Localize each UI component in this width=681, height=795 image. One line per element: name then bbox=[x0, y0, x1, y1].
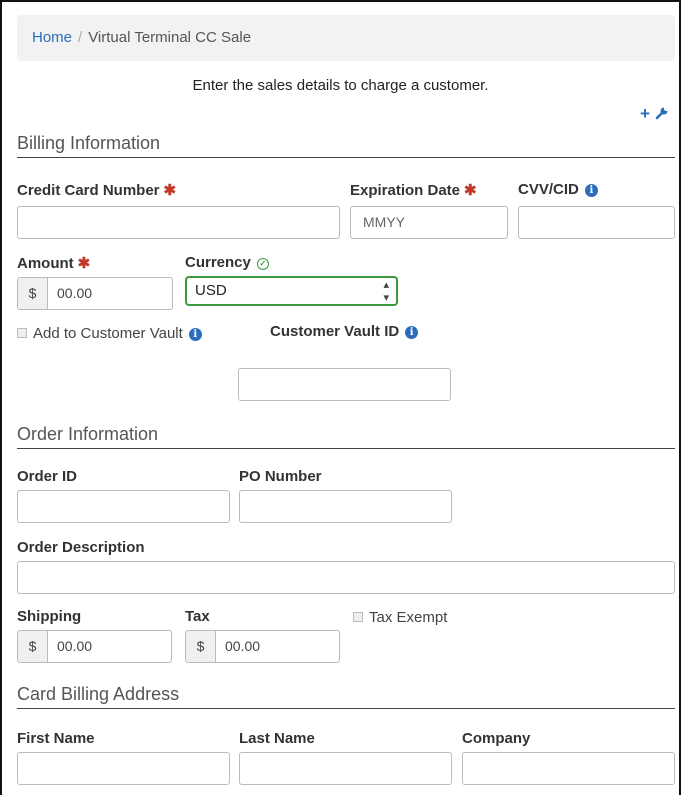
add-to-vault-checkbox[interactable]: Add to Customer Vault i bbox=[17, 325, 202, 342]
page-intro: Enter the sales details to charge a cust… bbox=[192, 77, 489, 94]
tax-value: 00.00 bbox=[225, 638, 261, 654]
company-label: Company bbox=[462, 730, 531, 747]
wrench-icon[interactable] bbox=[655, 106, 669, 120]
amount-value: 00.00 bbox=[57, 285, 93, 301]
checkbox-box[interactable] bbox=[353, 612, 363, 622]
checkbox-box[interactable] bbox=[17, 328, 27, 338]
info-icon[interactable]: i bbox=[584, 184, 598, 197]
first-name-label: First Name bbox=[17, 730, 95, 747]
currency-prefix: $ bbox=[18, 278, 48, 309]
company-input[interactable] bbox=[462, 752, 675, 785]
po-number-input[interactable] bbox=[239, 490, 452, 523]
select-arrows-icon: ▴ ▾ bbox=[383, 279, 389, 304]
info-icon[interactable]: i bbox=[188, 328, 202, 341]
currency-select[interactable]: USD ▴ ▾ bbox=[185, 276, 398, 306]
required-icon: ✱ bbox=[163, 182, 177, 199]
breadcrumb-separator: / bbox=[78, 29, 83, 46]
add-icon[interactable]: + bbox=[640, 104, 650, 123]
tax-input[interactable]: $ 00.00 bbox=[185, 630, 340, 663]
po-number-label: PO Number bbox=[239, 468, 322, 485]
breadcrumb-current: Virtual Terminal CC Sale bbox=[88, 29, 252, 46]
tax-label: Tax bbox=[185, 608, 210, 625]
required-icon: ✱ bbox=[77, 255, 91, 272]
expiration-input[interactable]: MMYY bbox=[350, 206, 508, 239]
vault-id-input[interactable] bbox=[238, 368, 451, 401]
amount-input[interactable]: $ 00.00 bbox=[17, 277, 173, 310]
required-icon: ✱ bbox=[464, 182, 477, 199]
valid-check-icon: ✓ bbox=[256, 258, 269, 270]
order-description-label: Order Description bbox=[17, 539, 145, 556]
order-id-label: Order ID bbox=[17, 468, 78, 485]
info-icon[interactable]: i bbox=[405, 326, 419, 339]
last-name-input[interactable] bbox=[239, 752, 452, 785]
cvv-label: CVV/CID i bbox=[518, 181, 598, 198]
currency-prefix: $ bbox=[186, 631, 216, 662]
vault-id-label: Customer Vault ID i bbox=[270, 323, 419, 340]
billing-section-title: Billing Information bbox=[17, 133, 675, 158]
first-name-input[interactable] bbox=[17, 752, 230, 785]
cvv-input[interactable] bbox=[518, 206, 675, 239]
shipping-input[interactable]: $ 00.00 bbox=[17, 630, 172, 663]
breadcrumb-home-link[interactable]: Home bbox=[32, 29, 72, 46]
currency-value: USD bbox=[195, 282, 227, 299]
cc-number-label: Credit Card Number ✱ bbox=[17, 182, 177, 199]
shipping-value: 00.00 bbox=[57, 638, 93, 654]
form-tools: + bbox=[640, 104, 669, 124]
order-id-input[interactable] bbox=[17, 490, 230, 523]
currency-prefix: $ bbox=[18, 631, 48, 662]
expiration-label: Expiration Date ✱ bbox=[350, 182, 477, 199]
address-section-title: Card Billing Address bbox=[17, 684, 675, 709]
cc-number-input[interactable] bbox=[17, 206, 340, 239]
breadcrumb: Home / Virtual Terminal CC Sale bbox=[17, 15, 675, 61]
shipping-label: Shipping bbox=[17, 608, 82, 625]
last-name-label: Last Name bbox=[239, 730, 315, 747]
tax-exempt-checkbox[interactable]: Tax Exempt bbox=[353, 609, 447, 626]
order-section-title: Order Information bbox=[17, 424, 675, 449]
currency-label: Currency ✓ bbox=[185, 254, 269, 271]
order-description-input[interactable] bbox=[17, 561, 675, 594]
amount-label: Amount ✱ bbox=[17, 255, 91, 272]
